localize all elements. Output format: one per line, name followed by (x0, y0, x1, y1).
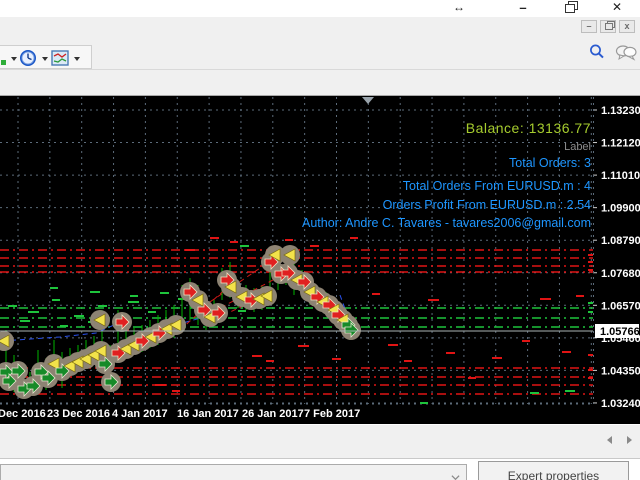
scroll-position-marker-icon (362, 97, 374, 104)
strategy-tester-panel: Expert properties (0, 458, 640, 480)
current-price-label: 1.05766 (600, 326, 640, 338)
price-axis-label: 1.07680 (601, 268, 640, 280)
dropdown-caret-icon[interactable] (11, 57, 17, 61)
chart-window-margin (0, 70, 640, 96)
toolbar (0, 36, 640, 70)
expert-select[interactable] (0, 464, 467, 480)
toolbar-group (0, 45, 92, 69)
restore-button[interactable] (558, 0, 580, 17)
chart-minimize-button[interactable]: – (581, 20, 597, 33)
minimize-button[interactable]: – (512, 0, 534, 17)
periods-clock-icon[interactable] (19, 49, 37, 67)
restore-icon (565, 4, 574, 12)
chart-restore-button[interactable] (600, 20, 616, 33)
title-bar: ↔ – ✕ (0, 0, 640, 17)
price-axis-label: 1.06570 (601, 300, 640, 312)
chart-overlay-text: Balance: 13136.77 (466, 120, 591, 136)
time-axis-label: 16 Jan 2017 (177, 408, 239, 420)
chart-overlay-text: Orders Profit From EURUSD.m : 2.54 (383, 198, 591, 212)
chart-overlay-text: Author: Andre C. Tavares - tavares2006@g… (302, 216, 591, 230)
menu-bar: – x (0, 17, 640, 36)
partial-toolbar-icon[interactable] (1, 60, 6, 65)
horizontal-scrollbar[interactable] (0, 424, 640, 458)
price-axis-label: 1.08790 (601, 235, 640, 247)
time-axis-label: 7 Feb 2017 (304, 408, 360, 420)
search-icon[interactable] (588, 43, 606, 61)
chevron-down-icon (451, 473, 460, 480)
metatrader-window: ↔ – ✕ – x (0, 0, 640, 480)
chart-restore-icon (605, 23, 612, 29)
price-axis-label: 1.03240 (601, 398, 640, 410)
time-axis-label: Dec 2016 (0, 408, 46, 420)
scroll-right-icon[interactable] (627, 436, 632, 444)
dropdown-caret-icon[interactable] (74, 57, 80, 61)
chat-icon[interactable] (615, 43, 637, 61)
time-axis-label: 26 Jan 2017 (242, 408, 304, 420)
chart-overlay-text: Total Orders From EURUSD.m : 4 (403, 179, 591, 193)
time-axis-label: 23 Dec 2016 (47, 408, 110, 420)
dropdown-caret-icon[interactable] (42, 57, 48, 61)
chart-close-button[interactable]: x (619, 20, 635, 33)
price-axis-label: 1.04350 (601, 365, 640, 377)
price-axis-label: 1.12120 (601, 138, 640, 150)
price-axis-label: 1.09900 (601, 203, 640, 215)
chart-area: 1.13230 1.12120 1.11010 1.09900 1.08790 1.076… (0, 96, 640, 424)
expert-properties-button[interactable]: Expert properties (478, 461, 629, 480)
chart-canvas[interactable]: 1.13230 1.12120 1.11010 1.09900 1.08790 1.076… (0, 96, 640, 424)
price-axis-label: 1.11010 (601, 170, 640, 182)
chart-overlay-text: Label (564, 141, 591, 153)
resize-horizontal-icon[interactable]: ↔ (448, 0, 470, 17)
time-axis-label: 4 Jan 2017 (112, 408, 168, 420)
close-button[interactable]: ✕ (606, 0, 628, 17)
scroll-left-icon[interactable] (607, 436, 612, 444)
price-axis-label: 1.13230 (601, 105, 640, 117)
template-chart-icon[interactable] (51, 49, 69, 67)
chart-overlay-text: Total Orders: 3 (509, 156, 591, 170)
